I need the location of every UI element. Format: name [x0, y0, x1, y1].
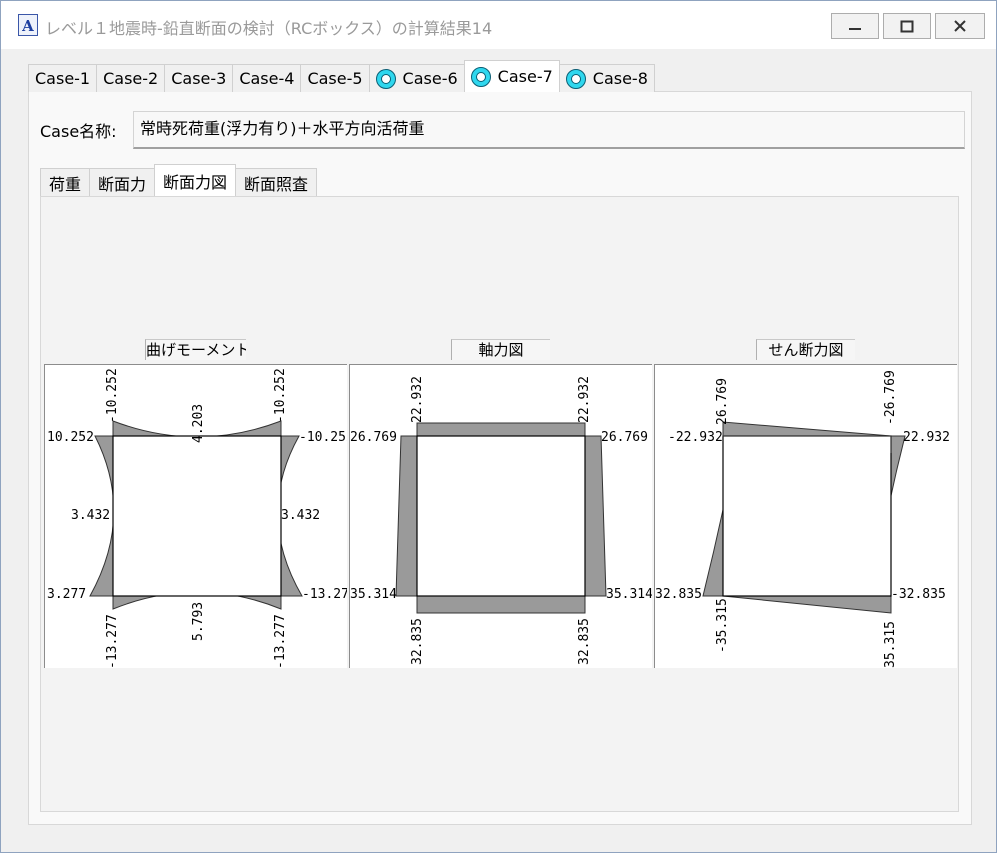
tab-label: Case-7 — [497, 67, 553, 86]
case-name-label: Case名称: — [40, 122, 117, 141]
maximize-button[interactable] — [883, 13, 931, 39]
window-title: レベル１地震時-鉛直断面の検討（RCボックス）の計算結果14 — [45, 19, 493, 38]
tab-case-7[interactable]: Case-7 — [463, 60, 560, 92]
moment-label: -13.277 — [302, 587, 347, 602]
moment-label: -13.277 — [273, 614, 288, 668]
status-ring-icon — [565, 68, 586, 89]
moment-label: -10.252 — [299, 430, 347, 445]
shear-label: 26.769 — [715, 378, 730, 425]
tab-label: Case-6 — [402, 69, 458, 88]
axial-diagram-title: 軸力図 — [451, 339, 550, 360]
shear-label: -22.932 — [668, 430, 723, 445]
moment-label: 3.432 — [281, 508, 320, 523]
shear-diagram: 26.769 -26.769 -22.932 22.932 32.835 -32… — [654, 364, 957, 668]
axial-label: 32.835 — [410, 618, 425, 665]
tab-case-4[interactable]: Case-4 — [232, 64, 302, 92]
axial-label: 26.769 — [601, 430, 648, 445]
moment-label: -10.252 — [105, 368, 120, 423]
frame-box — [722, 435, 892, 597]
title-bar[interactable]: A レベル１地震時-鉛直断面の検討（RCボックス）の計算結果14 — [1, 1, 996, 49]
tab-section-check[interactable]: 断面照査 — [235, 168, 318, 196]
shear-label: 35.315 — [883, 621, 898, 668]
moment-label: 3.432 — [71, 508, 110, 523]
status-ring-icon — [375, 68, 396, 89]
axial-label: 22.932 — [577, 376, 592, 423]
tab-label: Case-2 — [103, 69, 159, 88]
moment-label: 3.277 — [47, 587, 86, 602]
tab-label: Case-4 — [239, 69, 295, 88]
shear-label: -26.769 — [883, 370, 898, 425]
shear-label: 32.835 — [655, 587, 702, 602]
result-tabs: 荷重 断面力 断面力図 断面照査 — [40, 164, 318, 196]
tab-label: Case-8 — [592, 69, 648, 88]
tab-label: Case-3 — [171, 69, 227, 88]
shear-label: -32.835 — [891, 587, 946, 602]
restore-icon — [900, 20, 914, 33]
tab-case-3[interactable]: Case-3 — [164, 64, 234, 92]
moment-label: 4.203 — [191, 404, 206, 443]
case-name-field[interactable]: 常時死荷重(浮力有り)＋水平方向活荷重 — [133, 111, 965, 149]
axial-label: 35.314 — [350, 587, 397, 602]
tab-case-6[interactable]: Case-6 — [368, 64, 465, 92]
moment-label: 5.793 — [191, 602, 206, 641]
minimize-icon — [849, 28, 861, 30]
tab-section-force[interactable]: 断面力 — [89, 168, 156, 196]
tab-case-5[interactable]: Case-5 — [300, 64, 370, 92]
tab-label: 断面力図 — [163, 172, 228, 192]
status-ring-icon — [470, 66, 491, 87]
axial-diagram: 22.932 22.932 26.769 26.769 35.314 35.31… — [349, 364, 652, 668]
shear-label: 22.932 — [903, 430, 950, 445]
case-tabs: Case-1 Case-2 Case-3 Case-4 Case-5 Case-… — [28, 60, 655, 92]
app-icon[interactable]: A — [18, 14, 38, 36]
frame-box — [416, 435, 586, 597]
moment-diagram-title: 曲げモーメント図 — [145, 339, 246, 360]
tab-load[interactable]: 荷重 — [40, 168, 91, 196]
close-icon — [954, 20, 966, 32]
axial-label: 22.932 — [410, 376, 425, 423]
shear-label: -35.315 — [715, 598, 730, 653]
tab-label: 断面力 — [98, 174, 147, 194]
moment-label: 10.252 — [47, 430, 94, 445]
tab-case-8[interactable]: Case-8 — [558, 64, 655, 92]
tab-case-1[interactable]: Case-1 — [28, 64, 98, 92]
moment-label: -13.277 — [105, 614, 120, 668]
axial-label: 32.835 — [577, 618, 592, 665]
minimize-button[interactable] — [831, 13, 879, 39]
tab-label: 断面照査 — [244, 174, 309, 194]
tab-label: Case-1 — [35, 69, 91, 88]
axial-label: 26.769 — [350, 430, 397, 445]
axial-label: 35.314 — [606, 587, 652, 602]
close-button[interactable] — [935, 13, 985, 39]
tab-label: 荷重 — [49, 174, 82, 194]
frame-box — [112, 435, 282, 597]
tab-label: Case-5 — [307, 69, 363, 88]
tab-case-2[interactable]: Case-2 — [96, 64, 166, 92]
tab-section-force-diagram[interactable]: 断面力図 — [154, 164, 237, 196]
moment-diagram: -10.252 -10.252 4.203 10.252 -10.252 3.4… — [44, 364, 347, 668]
shear-diagram-title: せん断力図 — [756, 339, 855, 360]
moment-label: -10.252 — [273, 368, 288, 423]
